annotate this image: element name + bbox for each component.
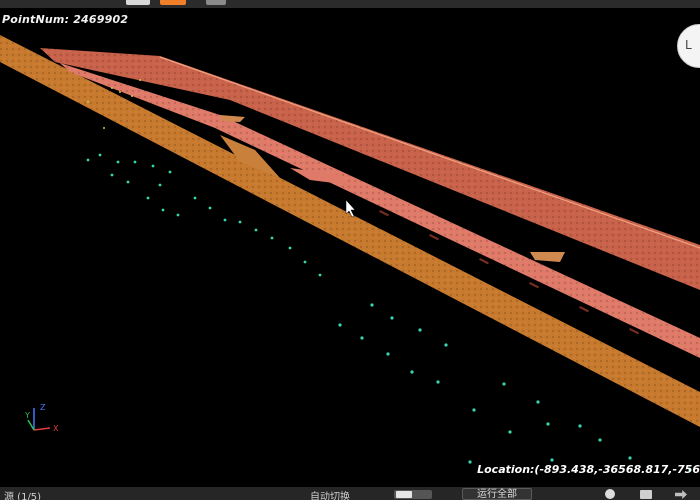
top-toolbar [0,0,700,8]
debris-patch [530,252,565,262]
point-count-label: PointNum: 2469902 [2,13,129,26]
debris-patch [220,115,245,122]
auto-switch-toggle[interactable] [394,490,432,499]
info-icon[interactable] [605,489,615,499]
folder-icon[interactable] [640,490,652,499]
axis-x-label: X [53,424,59,433]
cursor-location-readout: Location:(-893.438,-36568.817,-756 [477,463,700,476]
bottom-status-bar: 源 (1/5) 自动切换 运行全部 [0,487,700,500]
view-cube-letter: L [685,38,692,52]
point-cloud-canvas[interactable] [0,0,700,500]
axis-z-label: Z [40,403,46,412]
auto-switch-label: 自动切换 [310,492,350,500]
next-arrow-icon[interactable] [675,490,687,499]
toggle-knob [396,491,412,498]
axis-gizmo-icon: Z Y X [24,403,59,433]
axis-y-label: Y [24,411,30,420]
toolbar-button-active[interactable] [160,0,186,5]
source-status-text: 源 (1/5) [4,492,42,500]
platform-inner-texture [45,50,700,358]
toolbar-button[interactable] [126,0,150,5]
toolbar-button[interactable] [206,0,226,5]
run-all-button[interactable]: 运行全部 [462,488,532,500]
point-cloud-viewer[interactable]: PointNum: 2469902 L Z Y X Location:(-893… [0,0,700,500]
